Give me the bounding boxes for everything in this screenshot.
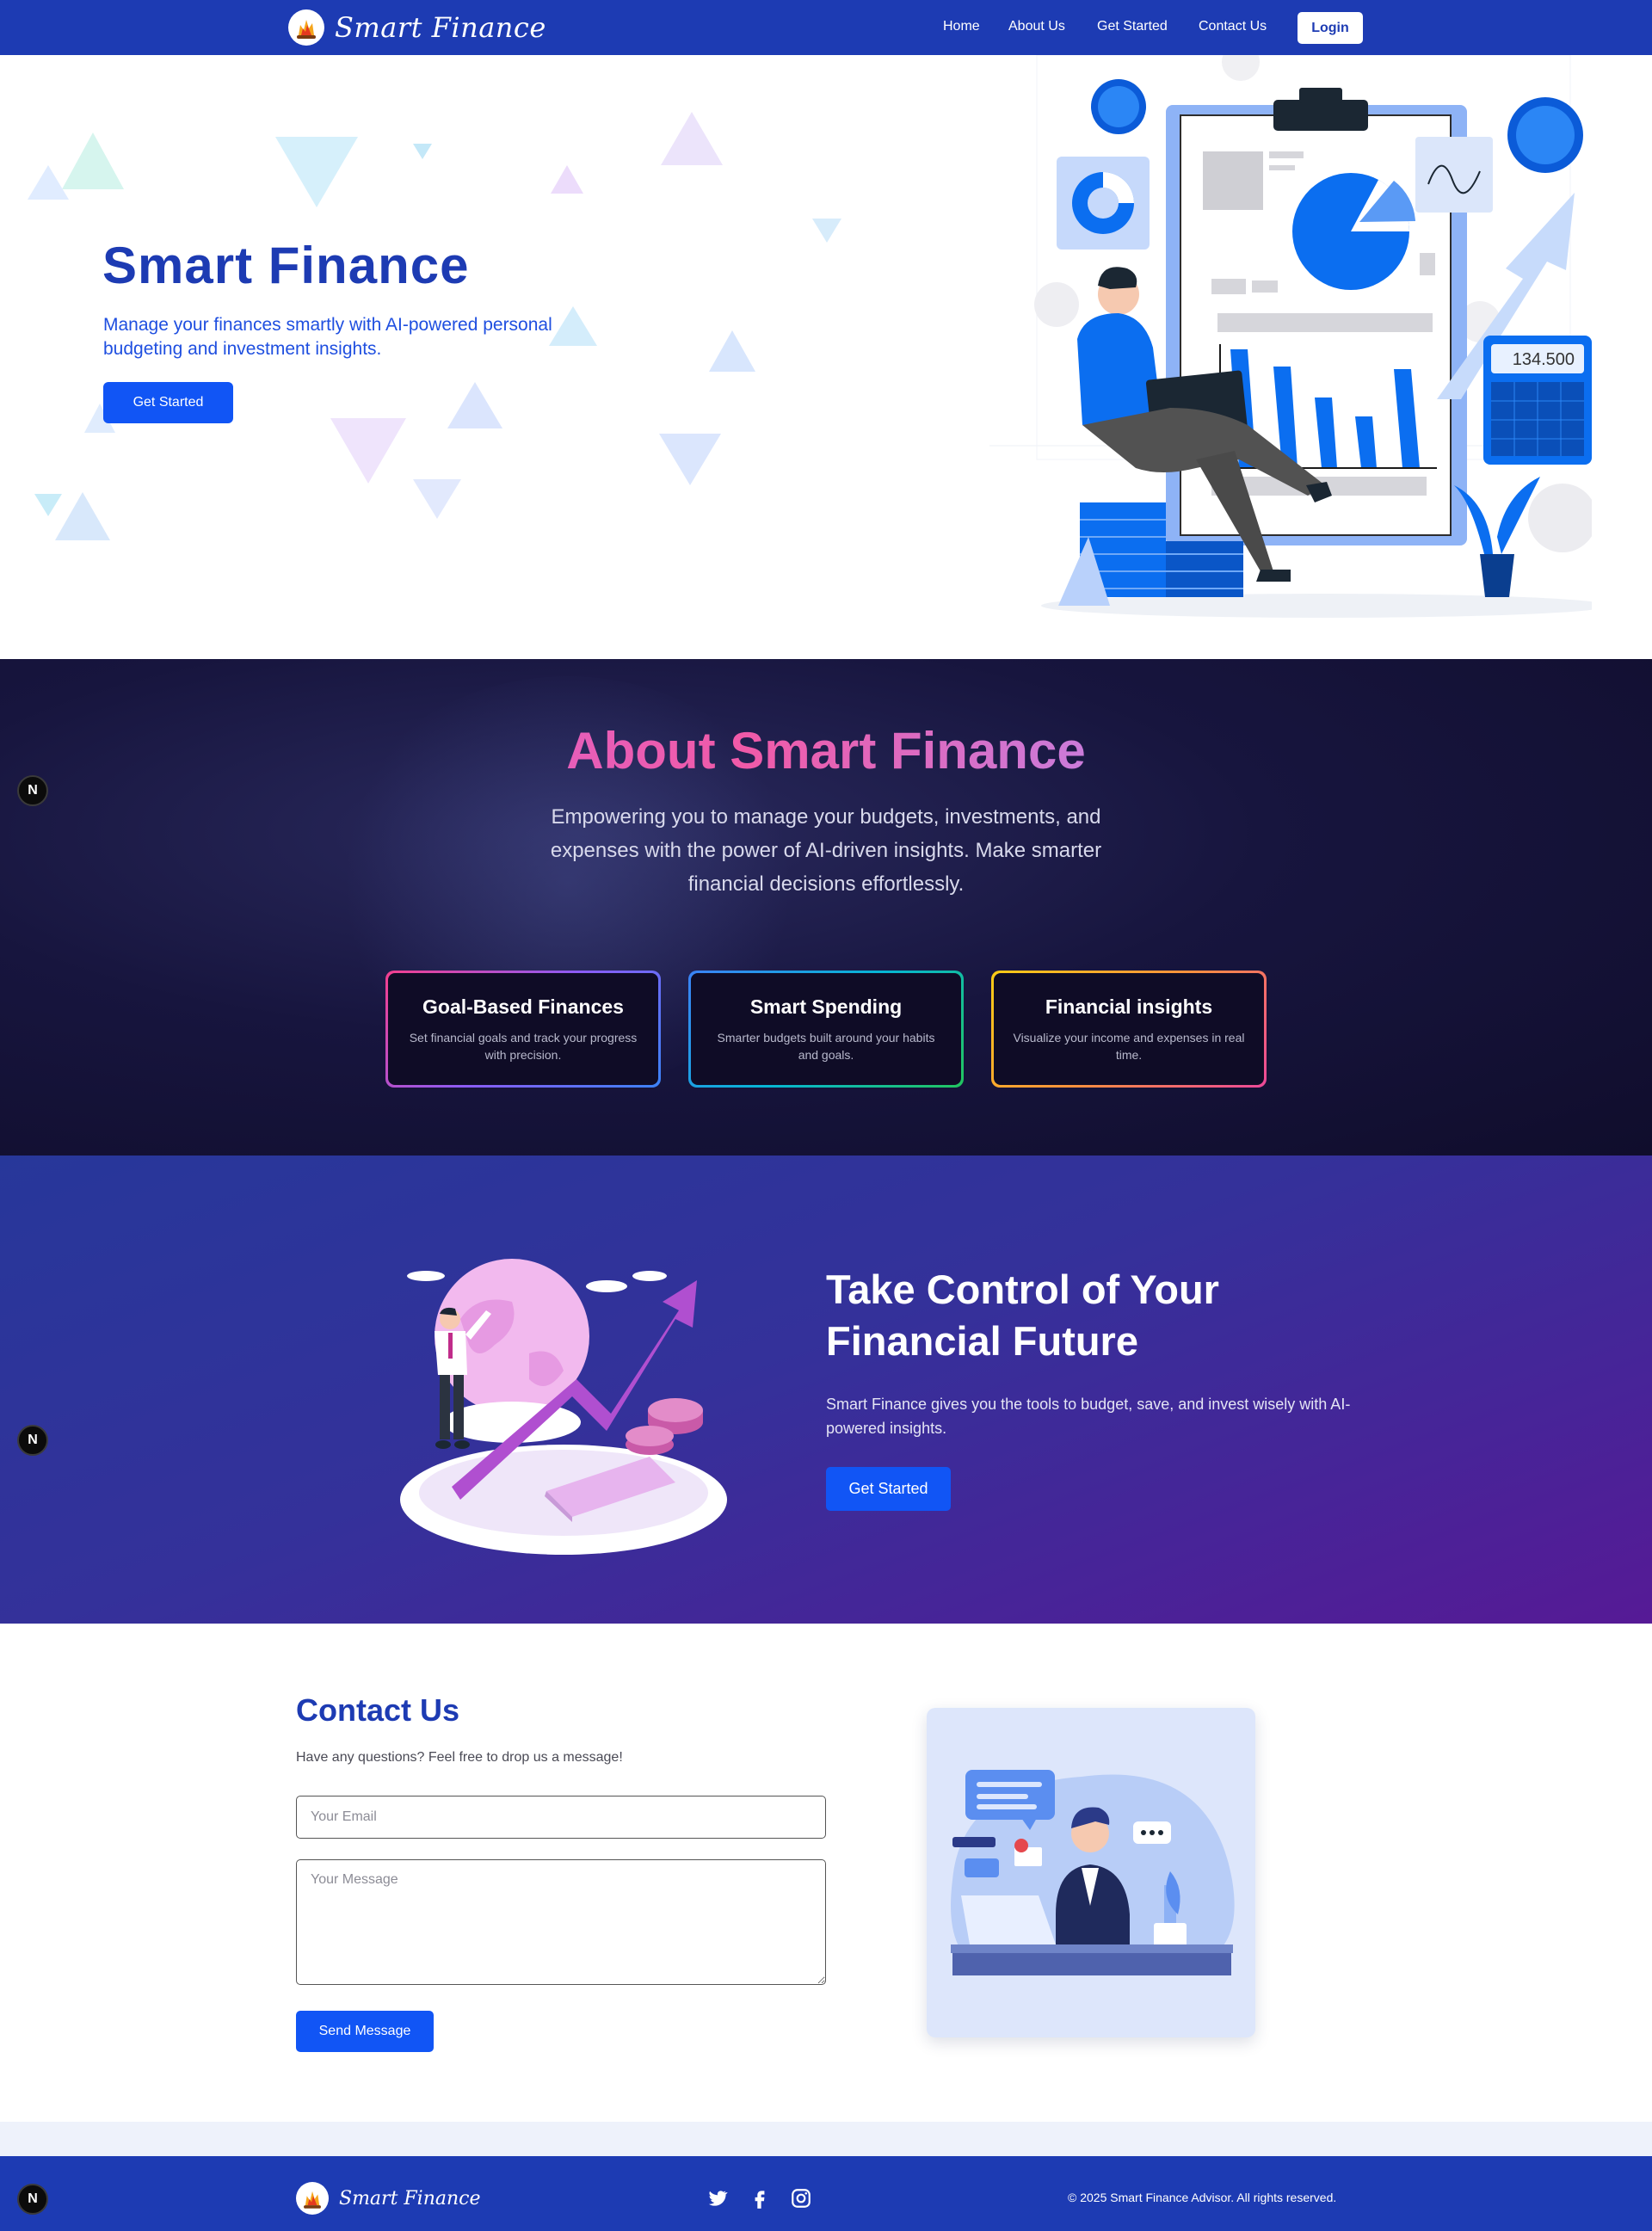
finance-dashboard-illustration: 134.500 (989, 55, 1592, 618)
feature-card-title: Financial insights (1045, 995, 1213, 1018)
footer-brand-name: Smart Finance (339, 2187, 481, 2209)
dev-tools-badge[interactable]: N (17, 775, 48, 806)
feature-card-title: Goal-Based Finances (422, 995, 624, 1018)
nav-link-home[interactable]: Home (943, 19, 980, 34)
dev-tools-badge[interactable]: N (17, 2184, 48, 2215)
about-title: About Smart Finance (0, 721, 1652, 780)
feature-card-description: Smarter budgets built around your habits… (717, 1031, 935, 1062)
feature-card-description: Visualize your income and expenses in re… (1013, 1031, 1245, 1062)
hero-title: Smart Finance (102, 237, 470, 294)
contact-title: Contact Us (296, 1692, 460, 1728)
dev-tools-badge[interactable]: N (17, 1425, 48, 1456)
take-control-section: Take Control of Your Financial Future Sm… (0, 1156, 1652, 1624)
nav-link-contact-us[interactable]: Contact Us (1199, 19, 1267, 34)
brand-logo-icon (288, 9, 324, 46)
nav-link-about-us[interactable]: About Us (1008, 19, 1065, 34)
growth-globe-illustration (400, 1259, 727, 1555)
email-field[interactable] (296, 1796, 826, 1839)
brand-home-link[interactable]: Smart Finance (288, 9, 546, 46)
footer-brand-link[interactable]: Smart Finance (296, 2182, 481, 2215)
message-field[interactable] (296, 1859, 826, 1985)
hero-section: Smart Finance Manage your finances smart… (0, 55, 1652, 659)
nav-link-get-started[interactable]: Get Started (1097, 19, 1168, 34)
support-illustration-card (927, 1708, 1255, 2037)
contact-section: Contact Us Have any questions? Feel free… (0, 1624, 1652, 2122)
hero-subtitle: Manage your finances smartly with AI-pow… (103, 315, 552, 359)
footer: Smart Finance © 2025 Smart Finance Advis… (0, 2156, 1652, 2231)
hero-get-started-button[interactable]: Get Started (103, 382, 233, 423)
send-message-button[interactable]: Send Message (296, 2011, 434, 2052)
feature-card-smart-spending: Smart Spending Smarter budgets built aro… (688, 971, 964, 1088)
feature-card-financial-insights: Financial insights Visualize your income… (991, 971, 1267, 1088)
copyright-text: © 2025 Smart Finance Advisor. All rights… (1068, 2191, 1337, 2204)
twitter-icon[interactable] (706, 2187, 728, 2209)
calculator-display: 134.500 (1513, 350, 1575, 369)
take-control-description: Smart Finance gives you the tools to bud… (826, 1396, 1351, 1437)
customer-support-illustration (951, 1770, 1235, 1975)
top-navbar: Smart Finance Home About Us Get Started … (0, 0, 1652, 55)
login-button[interactable]: Login (1298, 12, 1363, 44)
feature-card-goal-based-finances: Goal-Based Finances Set financial goals … (385, 971, 661, 1088)
brand-logo-icon (296, 2182, 329, 2215)
take-control-title: Take Control of Your Financial Future (826, 1266, 1219, 1364)
feature-card-description: Set financial goals and track your progr… (409, 1031, 638, 1062)
instagram-icon[interactable] (790, 2187, 812, 2209)
contact-subtitle: Have any questions? Feel free to drop us… (296, 1750, 623, 1765)
feature-card-title: Smart Spending (749, 995, 903, 1018)
facebook-icon[interactable] (749, 2187, 771, 2209)
footer-spacer (0, 2122, 1652, 2156)
take-control-get-started-button[interactable]: Get Started (826, 1467, 951, 1511)
brand-name: Smart Finance (335, 11, 546, 44)
about-section: About Smart Finance Empowering you to ma… (0, 659, 1652, 1156)
about-description: Empowering you to manage your budgets, i… (550, 805, 1102, 896)
